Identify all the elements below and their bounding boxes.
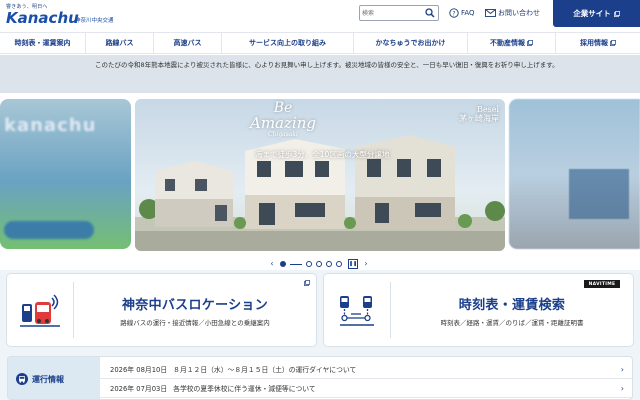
slider-pause-button[interactable]: ❚❚	[348, 259, 358, 269]
nav-item-recruit[interactable]: 採用情報	[556, 33, 640, 53]
slide-previous-button	[4, 221, 94, 239]
service-info-date: 2026年 07月03日	[110, 385, 168, 393]
slider-dot-connector	[290, 263, 302, 265]
service-info: 運行情報 2026年 08月10日 ８月１２日（水）～８月１５日（土）の運行ダイ…	[7, 356, 633, 400]
external-link-icon	[613, 10, 620, 17]
route-search-icon	[340, 296, 374, 326]
slide-brand-place: 茅ヶ崎海岸	[459, 114, 499, 123]
service-info-row[interactable]: 2026年 07月03日 各学校の夏季休校に伴う運休・減便等について ›	[100, 379, 632, 398]
chevron-right-icon: ›	[620, 384, 624, 393]
slide-headline-line3: Chigasaki	[267, 131, 298, 138]
mail-icon	[485, 9, 496, 17]
search-icon[interactable]	[425, 8, 435, 18]
external-link-icon	[304, 280, 310, 286]
page: 響きあう、明日へ Kanachu 神奈川中央交通 ? FAQ お問い合わせ	[0, 0, 640, 400]
slider-dot[interactable]	[280, 261, 286, 267]
service-info-text: ８月１２日（水）～８月１５日（土）の運行ダイヤについて	[173, 366, 357, 374]
nav-item-real-estate[interactable]: 不動産情報	[468, 33, 556, 53]
slider-dot[interactable]	[316, 261, 322, 267]
global-nav: 時刻表・運賃案内 路線バス 高速バス サービス向上の取り組み かなちゅうでお出か…	[0, 32, 640, 54]
slide-current[interactable]: Be Amazing Chigasaki Besel 茅ヶ崎海岸 海まで徒歩3分…	[135, 99, 505, 251]
slider-next-arrow[interactable]: ›	[362, 259, 370, 269]
bus-location-card[interactable]: 神奈中バスロケーション 路線バスの運行・接近情報／小田急線との乗継案内	[7, 274, 316, 346]
slider-dot[interactable]	[336, 261, 342, 267]
contact-link[interactable]: お問い合わせ	[485, 6, 540, 20]
nav-item-label: 路線バス	[105, 39, 134, 47]
slide-caption: 海まで徒歩3分、全10区画の大型分譲地	[255, 150, 390, 159]
slide-previous-text: kanachu	[4, 115, 97, 136]
slide-next-panel	[569, 169, 629, 219]
timetable-title: 時刻表・運賃検索	[458, 298, 566, 313]
chevron-right-icon: ›	[620, 365, 624, 374]
slider-dot[interactable]	[306, 261, 312, 267]
site-header: 響きあう、明日へ Kanachu 神奈川中央交通 ? FAQ お問い合わせ	[0, 0, 640, 32]
service-info-date: 2026年 08月10日	[110, 366, 168, 374]
slider-dot[interactable]	[326, 261, 332, 267]
search-box	[359, 5, 439, 21]
bus-location-title: 神奈中バスロケーション	[121, 298, 269, 313]
nav-item-label: サービス向上の取り組み	[249, 39, 326, 47]
slider-prev-arrow[interactable]: ‹	[268, 259, 276, 269]
logo-subname: 神奈川中央交通	[75, 18, 114, 24]
svg-text:?: ?	[452, 10, 455, 17]
nav-item-label: 採用情報	[580, 39, 608, 47]
external-link-icon	[610, 40, 616, 46]
slide-previous[interactable]: kanachu	[0, 99, 131, 249]
corporate-site-label: 企業サイト	[573, 9, 611, 18]
hero-slider: kanachu Be Amazing Chigasaki Besel 茅ヶ崎海岸…	[0, 93, 640, 270]
slider-pager: ‹ ❚❚ ›	[268, 259, 370, 269]
faq-link[interactable]: ? FAQ	[449, 6, 475, 20]
slide-next[interactable]	[509, 99, 640, 249]
nav-item-route-bus[interactable]: 路線バス	[86, 33, 154, 53]
bus-location-desc: 路線バスの運行・接近情報／小田急線との乗継案内	[120, 319, 270, 327]
faq-label: FAQ	[461, 9, 475, 17]
external-link-icon	[527, 40, 533, 46]
slide-houses-illustration	[135, 135, 505, 251]
service-info-text: 各学校の夏季休校に伴う運休・減便等について	[173, 385, 316, 393]
service-info-row[interactable]: 2026年 08月10日 ８月１２日（水）～８月１５日（土）の運行ダイヤについて…	[100, 360, 632, 379]
logo-wordmark: Kanachu	[6, 9, 79, 27]
nav-item-outing[interactable]: かなちゅうでお出かけ	[354, 33, 468, 53]
slide-headline: Be Amazing Chigasaki	[250, 101, 316, 139]
bus-location-icon-area	[7, 282, 74, 338]
nav-item-service[interactable]: サービス向上の取り組み	[222, 33, 354, 53]
timetable-icon-area	[324, 282, 391, 338]
nav-item-highway-bus[interactable]: 高速バス	[154, 33, 222, 53]
bus-icon	[16, 373, 28, 385]
corporate-site-button[interactable]: 企業サイト	[553, 0, 640, 27]
slide-brand: Besel 茅ヶ崎海岸	[459, 105, 499, 123]
nav-item-label: 不動産情報	[490, 39, 525, 47]
help-icon: ?	[449, 8, 459, 18]
bus-location-icon	[20, 294, 60, 327]
timetable-desc: 時刻表／経路・運賃／のりば／運賃・距離証明書	[440, 319, 584, 327]
navitime-badge: NAVITIME	[584, 280, 620, 288]
site-logo[interactable]: 響きあう、明日へ Kanachu 神奈川中央交通	[6, 3, 114, 27]
search-input[interactable]	[362, 7, 422, 19]
nav-item-timetable[interactable]: 時刻表・運賃案内	[0, 33, 86, 53]
slide-headline-line2: Amazing	[250, 114, 316, 132]
nav-item-label: 時刻表・運賃案内	[14, 39, 71, 47]
service-info-label-area: 運行情報	[8, 357, 100, 399]
service-info-label: 運行情報	[32, 374, 64, 384]
nav-item-label: かなちゅうでお出かけ	[375, 39, 446, 47]
slide-brand-name: Besel	[476, 105, 499, 114]
nav-item-label: 高速バス	[173, 39, 202, 47]
contact-label: お問い合わせ	[498, 9, 540, 17]
condolence-notice: このたびの令和8年熊本地震により被災された皆様に、心よりお見舞い申し上げます。被…	[0, 55, 640, 93]
